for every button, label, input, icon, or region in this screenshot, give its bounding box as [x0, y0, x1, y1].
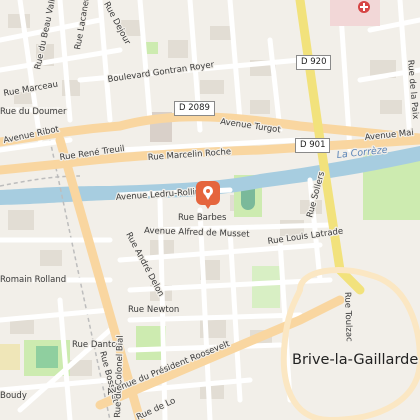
town-label: Brive-la-Gaillarde — [292, 352, 418, 368]
map-canvas[interactable]: Rue René Treuil Avenue Ribot Rue Marceli… — [0, 0, 420, 420]
location-pin-glyph — [203, 186, 213, 200]
street-label-boudy: Boudy — [0, 391, 27, 401]
road-shield-d2089: D 2089 — [174, 101, 215, 116]
pitch — [36, 346, 58, 368]
street-label-lo: Rue de Lo — [135, 396, 177, 420]
school-courts — [252, 266, 280, 308]
park-small — [146, 42, 158, 54]
street-label-newton: Rue Newton — [128, 305, 179, 315]
street-label-barbes: Rue Barbes — [178, 213, 227, 223]
field — [0, 344, 20, 370]
street-label-romain-rolland: Romain Rolland — [0, 275, 66, 285]
location-pin-icon[interactable] — [196, 181, 220, 209]
street-label-colonel-bial: Rue du Colonel Bial — [113, 335, 126, 418]
street-label-doumer: Rue du Doumer — [0, 107, 67, 117]
hospital-area — [330, 0, 380, 26]
road-shield-d920: D 920 — [296, 55, 332, 70]
road-shield-d901: D 901 — [295, 138, 331, 153]
street-label-toulzac: Rue Toulzac — [342, 292, 354, 343]
street-label-gontran-royer: Boulevard Gontran Royer — [107, 60, 215, 85]
